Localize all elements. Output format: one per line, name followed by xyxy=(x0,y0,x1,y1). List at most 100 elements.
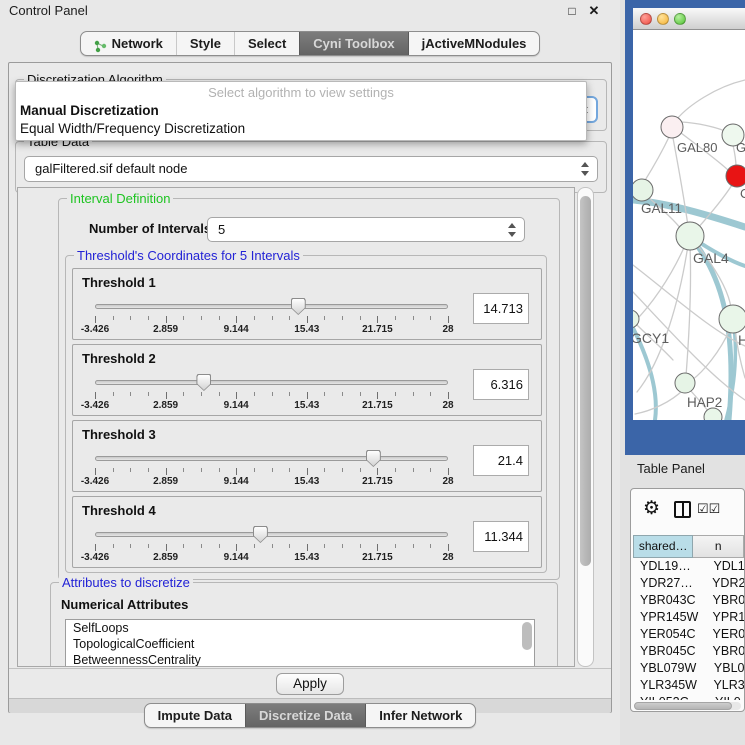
table-cell: YIL0 xyxy=(709,694,741,700)
threshold-label: Threshold 4 xyxy=(82,503,156,518)
threshold-value-field[interactable]: 6.316 xyxy=(473,369,529,400)
threshold-value-field[interactable]: 11.344 xyxy=(473,521,529,552)
split-columns-icon[interactable] xyxy=(674,501,691,518)
slider-track[interactable] xyxy=(95,456,448,461)
tab-label: Cyni Toolbox xyxy=(313,32,394,55)
threshold-slider[interactable] xyxy=(95,527,448,543)
tab-network[interactable]: Network xyxy=(81,32,176,55)
network-edge[interactable] xyxy=(644,135,670,182)
network-edge[interactable] xyxy=(682,122,725,131)
attribute-list-item[interactable]: TopologicalCoefficient xyxy=(66,636,534,652)
threshold-slider[interactable] xyxy=(95,375,448,391)
network-node[interactable] xyxy=(726,165,745,187)
table-cell: YBR045C xyxy=(633,643,707,660)
table-data-group: Table Data galFiltered.sif default node xyxy=(15,141,607,193)
slider-scale-labels: -3.4262.8599.14415.4321.71528 xyxy=(95,400,448,412)
slider-thumb[interactable] xyxy=(291,298,306,315)
network-canvas[interactable]: GAL80G.CGAL11GAL4GCY1HHAP2 xyxy=(633,30,745,420)
slider-thumb[interactable] xyxy=(253,526,268,543)
threshold-slider[interactable] xyxy=(95,451,448,467)
network-edge[interactable] xyxy=(633,243,686,323)
table-cell: YER0 xyxy=(707,626,744,643)
mac-zoom-icon[interactable] xyxy=(674,13,686,25)
network-edge[interactable] xyxy=(637,245,688,392)
network-node-label: H xyxy=(738,332,745,348)
table-row[interactable]: YIL052CYIL0 xyxy=(633,694,744,700)
network-edge[interactable] xyxy=(686,246,691,376)
table-row[interactable]: YER054CYER0 xyxy=(633,626,744,643)
table-row[interactable]: YPR145WYPR1 xyxy=(633,609,744,626)
table-cell: YIL052C xyxy=(633,694,709,700)
float-window-icon[interactable]: □ xyxy=(564,3,580,19)
control-panel: Control Panel □ ✕ Network Style Select xyxy=(0,0,620,745)
table-data-combobox[interactable]: galFiltered.sif default node xyxy=(24,156,598,182)
top-tab-strip: Network Style Select Cyni Toolbox jActiv… xyxy=(0,31,620,56)
tab-jactivemnodules[interactable]: jActiveMNodules xyxy=(408,32,540,55)
slider-scale-labels: -3.4262.8599.14415.4321.71528 xyxy=(95,476,448,488)
popup-item-manual-discretization[interactable]: Manual Discretization xyxy=(20,102,582,120)
bottom-tab-strip: Impute Data Discretize Data Infer Networ… xyxy=(0,703,620,728)
tab-discretize-data[interactable]: Discretize Data xyxy=(245,704,365,727)
number-of-intervals-combobox[interactable]: 5 xyxy=(207,217,525,242)
table-cell: YBR0 xyxy=(707,643,744,660)
table-row[interactable]: YLR345WYLR3 xyxy=(633,677,744,694)
attribute-list-item[interactable]: BetweennessCentrality xyxy=(66,652,534,667)
table-row[interactable]: YDL19…YDL1 xyxy=(633,558,744,575)
table-cell: YBR043C xyxy=(633,592,707,609)
slider-track[interactable] xyxy=(95,380,448,385)
threshold-label: Threshold 3 xyxy=(82,427,156,442)
column-header-shared-name[interactable]: shared… xyxy=(633,535,693,558)
popup-item-equal-width-frequency[interactable]: Equal Width/Frequency Discretization xyxy=(20,120,582,138)
network-node[interactable] xyxy=(661,116,683,138)
tab-impute-data[interactable]: Impute Data xyxy=(145,704,245,727)
close-icon[interactable]: ✕ xyxy=(586,3,602,19)
apply-row: Apply xyxy=(9,668,611,698)
network-window-titlebar[interactable] xyxy=(633,8,745,30)
table-horizontal-scrollbar[interactable] xyxy=(634,702,741,710)
gear-icon[interactable]: ⚙ xyxy=(643,498,660,520)
tab-style[interactable]: Style xyxy=(176,32,234,55)
threshold-value-field[interactable]: 14.713 xyxy=(473,293,529,324)
network-edge[interactable] xyxy=(635,390,683,414)
attribute-list-item[interactable]: SelfLoops xyxy=(66,620,534,636)
network-node-label: GAL11 xyxy=(641,201,682,216)
tab-label: Network xyxy=(112,32,163,55)
scrollbar-thumb[interactable] xyxy=(634,702,732,710)
table-row[interactable]: YBR045CYBR0 xyxy=(633,643,744,660)
threshold-label: Threshold 2 xyxy=(82,351,156,366)
network-edge[interactable] xyxy=(677,80,745,119)
table-cell: YBL079W xyxy=(633,660,708,677)
tab-select[interactable]: Select xyxy=(234,32,299,55)
interval-definition-label: Interval Definition xyxy=(67,191,173,206)
table-row[interactable]: YBL079WYBL0 xyxy=(633,660,744,677)
network-node[interactable] xyxy=(675,373,695,393)
mac-close-icon[interactable] xyxy=(640,13,652,25)
mac-minimize-icon[interactable] xyxy=(657,13,669,25)
table-row[interactable]: YBR043CYBR0 xyxy=(633,592,744,609)
tab-infer-network[interactable]: Infer Network xyxy=(365,704,475,727)
threshold-value-field[interactable]: 21.4 xyxy=(473,445,529,476)
apply-button[interactable]: Apply xyxy=(276,673,344,695)
settings-scrollbar[interactable] xyxy=(577,187,594,667)
column-header-name[interactable]: n xyxy=(693,535,744,558)
network-node-label: HAP2 xyxy=(687,395,722,410)
threshold-slider[interactable] xyxy=(95,299,448,315)
slider-thumb[interactable] xyxy=(366,450,381,467)
table-row[interactable]: YDR27…YDR2 xyxy=(633,575,744,592)
select-columns-icons[interactable]: ☑☑ xyxy=(697,501,720,517)
table-cell: YDR2 xyxy=(706,575,744,592)
slider-ticks xyxy=(95,468,448,476)
list-scrollbar[interactable] xyxy=(522,622,532,650)
slider-track[interactable] xyxy=(95,304,448,309)
table-cell: YER054C xyxy=(633,626,707,643)
table-toolbar: ⚙ ☑☑ xyxy=(631,489,744,533)
network-node[interactable] xyxy=(676,222,704,250)
scrollbar-thumb[interactable] xyxy=(580,196,591,566)
network-node[interactable] xyxy=(719,305,745,333)
cyni-toolbox-panel: Discretization Algorithm Table Data galF… xyxy=(8,62,612,713)
slider-thumb[interactable] xyxy=(196,374,211,391)
tab-cyni-toolbox[interactable]: Cyni Toolbox xyxy=(299,32,407,55)
table-cell: YDL19… xyxy=(633,558,707,575)
network-node[interactable] xyxy=(633,179,653,201)
slider-track[interactable] xyxy=(95,532,448,537)
